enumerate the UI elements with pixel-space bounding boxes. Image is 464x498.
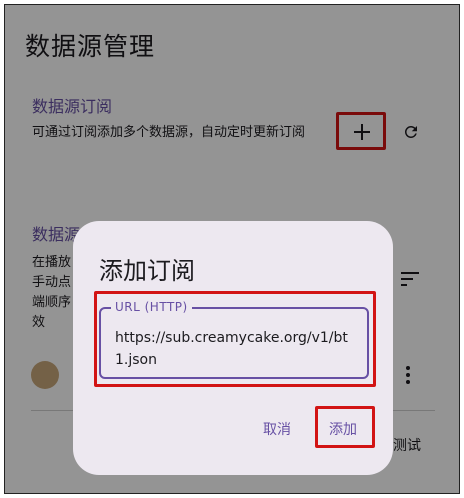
device-frame: 数据源管理 数据源订阅 可通过订阅添加多个数据源，自动定时更新订阅 数据源 在播…: [4, 4, 460, 494]
data-source-management-screen: 数据源管理 数据源订阅 可通过订阅添加多个数据源，自动定时更新订阅 数据源 在播…: [5, 5, 459, 493]
dialog-title: 添加订阅: [99, 257, 195, 285]
url-field-highlight: [94, 291, 376, 387]
cancel-button[interactable]: 取消: [263, 419, 291, 439]
add-confirm-highlight: [315, 406, 375, 448]
